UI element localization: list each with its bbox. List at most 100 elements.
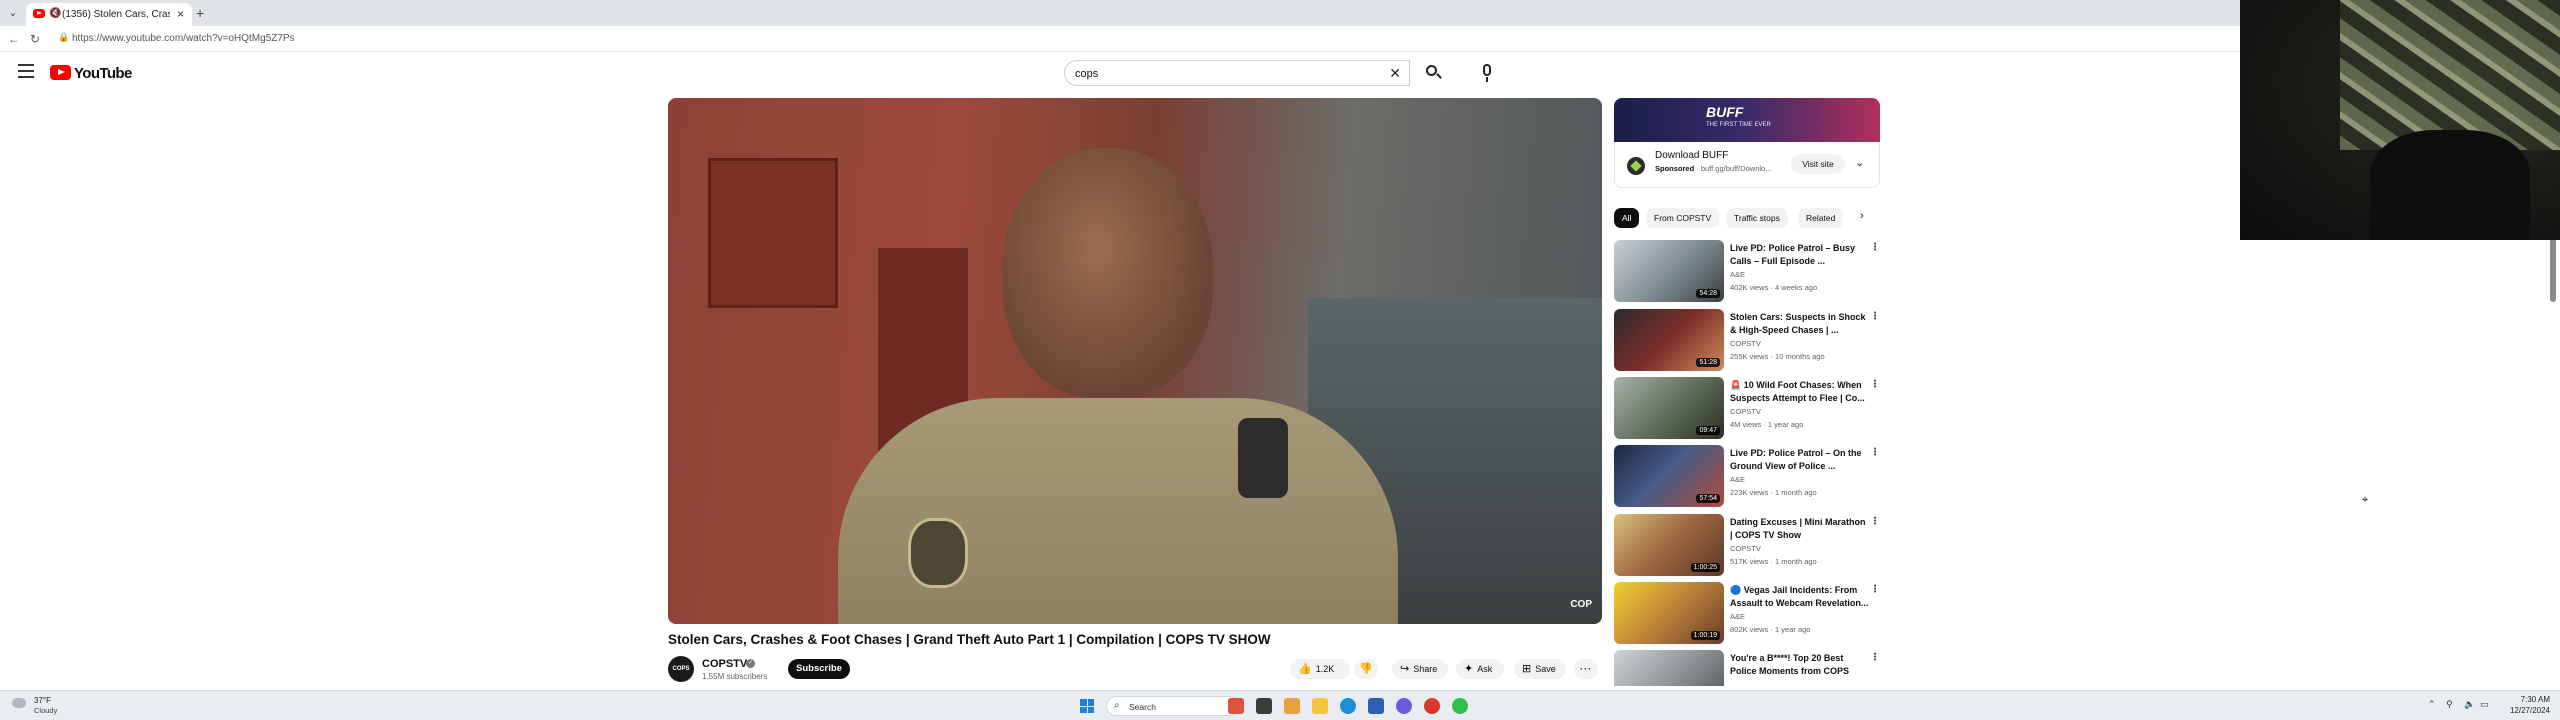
clock-date[interactable]: 12/27/2024 [2506, 706, 2550, 715]
dislike-button[interactable]: 👎 [1354, 659, 1378, 679]
chip-related[interactable]: Related [1798, 208, 1844, 228]
search-button[interactable] [1422, 62, 1444, 84]
bluetooth-icon[interactable]: ⚲ [2446, 699, 2453, 710]
mouse-cursor-icon: ⌖ [2362, 494, 2369, 506]
video-thumbnail[interactable]: 57:54 [1614, 445, 1724, 507]
edge-browser-icon[interactable] [1340, 698, 1356, 714]
recommendation-item[interactable]: 51:28 Stolen Cars: Suspects in Shock & H… [1614, 309, 1884, 373]
recommendation-item[interactable]: 1:00:19 🔵 Vegas Jail Incidents: From Ass… [1614, 582, 1884, 646]
kebab-menu-icon[interactable]: ⋮ [1870, 652, 1880, 663]
video-thumbnail[interactable]: 09:47 [1614, 377, 1724, 439]
recommendation-title[interactable]: Live PD: Police Patrol – Busy Calls – Fu… [1730, 242, 1870, 268]
recommendation-title[interactable]: You're a B****! Top 20 Best Police Momen… [1730, 652, 1870, 678]
ad-sponsored-line: Sponsored · buff.gg/buff/Downlo... [1655, 164, 1772, 173]
video-frame-shoulder-patch [908, 518, 968, 588]
recommendation-item[interactable]: 57:54 Live PD: Police Patrol – On the Gr… [1614, 445, 1884, 509]
channel-watermark[interactable]: COP [1570, 599, 1592, 610]
channel-avatar[interactable]: COPS [668, 656, 694, 682]
chip-from-copstv[interactable]: From COPSTV [1646, 208, 1720, 228]
subscribe-button[interactable]: Subscribe [788, 659, 850, 679]
like-button[interactable]: 👍 1.2K [1290, 659, 1350, 679]
new-tab-plus-icon[interactable]: + [196, 5, 204, 21]
video-thumbnail[interactable]: 51:28 [1614, 309, 1724, 371]
save-button[interactable]: ⊞ Save [1514, 659, 1566, 679]
back-arrow-icon[interactable]: ← [8, 32, 20, 46]
tray-overflow-chevron-icon[interactable]: ⌃ [2428, 699, 2436, 710]
task-view-icon[interactable] [1256, 698, 1272, 714]
taskbar-search[interactable]: ⌕ Search [1106, 696, 1240, 716]
windows-start-icon[interactable] [1080, 699, 1094, 713]
news-app-icon[interactable] [1228, 698, 1244, 714]
network-icon[interactable]: ▭ [2480, 699, 2489, 710]
kebab-menu-icon[interactable]: ⋮ [1870, 379, 1880, 390]
advertiser-logo-icon [1627, 157, 1645, 175]
chrome-icon[interactable] [1424, 698, 1440, 714]
recommendation-channel[interactable]: A&E [1730, 612, 1745, 621]
recommendation-channel[interactable]: COPSTV [1730, 407, 1761, 416]
recommendation-item[interactable]: You're a B****! Top 20 Best Police Momen… [1614, 650, 1884, 686]
ad-expand-chevron-icon[interactable]: ⌄ [1855, 156, 1864, 169]
search-box[interactable]: ✕ [1064, 60, 1410, 86]
recommendation-channel[interactable]: A&E [1730, 475, 1745, 484]
site-info-icon[interactable]: 🔒 [58, 32, 69, 43]
audio-icon[interactable]: 🔇 [49, 8, 61, 19]
share-button[interactable]: ↪ Share [1392, 659, 1448, 679]
video-duration: 1:00:19 [1690, 631, 1720, 640]
recommendation-channel[interactable]: COPSTV [1730, 544, 1761, 553]
youtube-logo-icon[interactable] [50, 65, 71, 80]
recommendation-item[interactable]: 54:28 Live PD: Police Patrol – Busy Call… [1614, 240, 1884, 304]
video-thumbnail[interactable]: 54:28 [1614, 240, 1724, 302]
kebab-menu-icon[interactable]: ⋮ [1870, 242, 1880, 253]
webcam-background-poster [2340, 0, 2560, 150]
ask-button[interactable]: ✦ Ask [1456, 659, 1504, 679]
recommendation-channel[interactable]: COPSTV [1730, 339, 1761, 348]
hamburger-menu-icon[interactable] [18, 64, 34, 78]
recommendation-title[interactable]: Dating Excuses | Mini Marathon | COPS TV… [1730, 516, 1870, 542]
cloud-weather-icon[interactable] [12, 698, 26, 708]
chips-next-arrow-icon[interactable]: › [1860, 210, 1864, 222]
chip-traffic-stops[interactable]: Traffic stops [1726, 208, 1788, 228]
file-explorer-icon[interactable] [1312, 698, 1328, 714]
kebab-menu-icon[interactable]: ⋮ [1870, 516, 1880, 527]
browser-tab-active[interactable]: 🔇 (1356) Stolen Cars, Crashes & Foot Cha… [26, 3, 192, 26]
video-thumbnail[interactable] [1614, 650, 1724, 686]
video-player[interactable]: COP [668, 98, 1602, 624]
clock-time[interactable]: 7:30 AM [2506, 695, 2550, 704]
chip-all[interactable]: All [1614, 208, 1640, 228]
clear-search-icon[interactable]: ✕ [1389, 65, 1401, 82]
kebab-menu-icon[interactable]: ⋮ [1870, 584, 1880, 595]
recommendation-channel[interactable]: A&E [1730, 270, 1745, 279]
recommendation-title[interactable]: Live PD: Police Patrol – On the Ground V… [1730, 447, 1870, 473]
subscriber-count: 1.55M subscribers [702, 672, 768, 681]
speaker-icon[interactable]: 🔈 [2464, 699, 2475, 710]
search-input[interactable] [1075, 66, 1375, 82]
recommendation-title[interactable]: 🔵 Vegas Jail Incidents: From Assault to … [1730, 584, 1870, 610]
youtube-wordmark[interactable]: YouTube [74, 65, 132, 82]
video-thumbnail[interactable]: 1:00:25 [1614, 514, 1724, 576]
copilot-icon[interactable] [1284, 698, 1300, 714]
tab-close-icon[interactable]: × [177, 7, 184, 21]
reload-icon[interactable]: ↻ [30, 32, 40, 46]
weather-temperature[interactable]: 37°F [34, 696, 51, 705]
spotify-icon[interactable] [1452, 698, 1468, 714]
more-actions-button[interactable]: ··· [1574, 659, 1598, 679]
address-bar[interactable]: 🔒 https://www.youtube.com/watch?v=oHQtMg… [54, 30, 1854, 48]
visit-site-button[interactable]: Visit site [1791, 154, 1845, 174]
discord-icon[interactable] [1396, 698, 1412, 714]
thumbs-down-icon: 👎 [1359, 663, 1373, 675]
recommendation-title[interactable]: 🚨 10 Wild Foot Chases: When Suspects Att… [1730, 379, 1870, 405]
page-scrollbar[interactable] [2550, 238, 2556, 302]
tab-list-chevron-icon[interactable]: ⌄ [6, 6, 20, 20]
store-app-icon[interactable] [1368, 698, 1384, 714]
kebab-menu-icon[interactable]: ⋮ [1870, 447, 1880, 458]
ad-banner-image[interactable]: BUFF THE FIRST TIME EVER [1614, 98, 1880, 142]
weather-description[interactable]: Cloudy [34, 706, 57, 715]
channel-name[interactable]: COPSTV [702, 658, 747, 670]
ad-card[interactable]: Download BUFF Sponsored · buff.gg/buff/D… [1614, 142, 1880, 188]
video-thumbnail[interactable]: 1:00:19 [1614, 582, 1724, 644]
kebab-menu-icon[interactable]: ⋮ [1870, 311, 1880, 322]
recommendation-item[interactable]: 09:47 🚨 10 Wild Foot Chases: When Suspec… [1614, 377, 1884, 441]
voice-search-button[interactable] [1476, 62, 1498, 84]
recommendation-title[interactable]: Stolen Cars: Suspects in Shock & High-Sp… [1730, 311, 1870, 337]
recommendation-item[interactable]: 1:00:25 Dating Excuses | Mini Marathon |… [1614, 514, 1884, 578]
